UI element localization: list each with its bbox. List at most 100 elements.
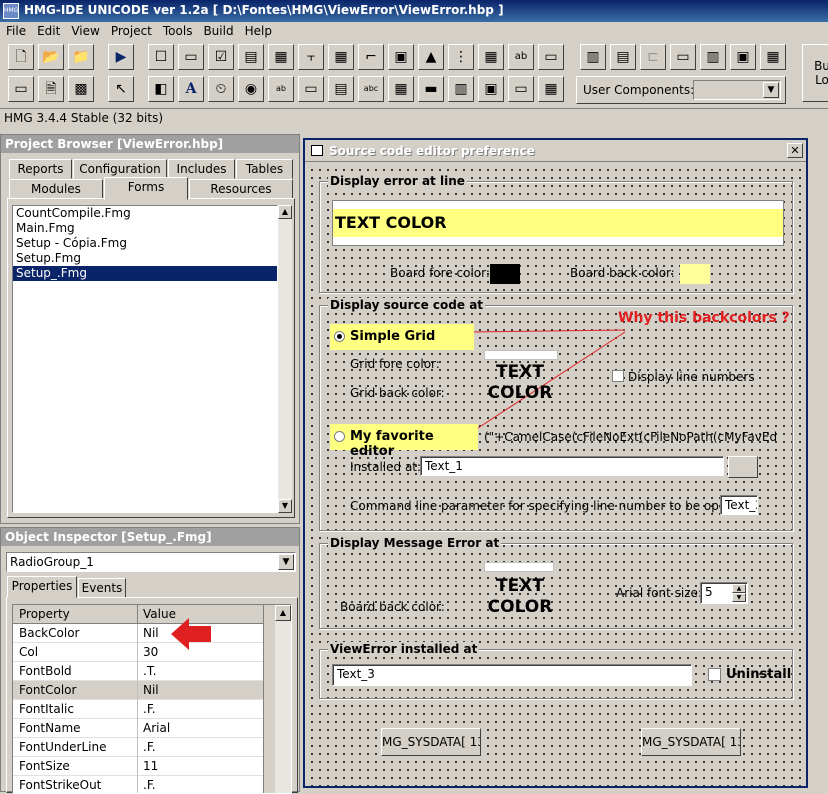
image-control-icon[interactable]: ▲ bbox=[418, 44, 444, 70]
activex-control-icon[interactable]: ◧ bbox=[148, 76, 174, 102]
progressbar-control-icon[interactable]: ▬ bbox=[418, 76, 444, 102]
form-icon[interactable]: ▭ bbox=[8, 76, 34, 102]
tab-forms[interactable]: Forms bbox=[104, 177, 188, 200]
checkbox-control-icon[interactable]: ☑ bbox=[208, 44, 234, 70]
grid-control-icon[interactable]: ▦ bbox=[328, 44, 354, 70]
scroll-up-icon[interactable]: ▲ bbox=[275, 605, 291, 621]
forms-listbox[interactable]: CountCompile.Fmg Main.Fmg Setup - Cópia.… bbox=[12, 205, 278, 513]
cmdline-input[interactable]: Text_2 bbox=[720, 495, 758, 515]
table-control-icon[interactable]: ▦ bbox=[538, 76, 564, 102]
form-title-bar[interactable]: Source code editor preference ✕ bbox=[305, 140, 806, 162]
stepper-down-icon[interactable]: ▼ bbox=[732, 593, 746, 602]
window-title-bar[interactable]: HMG HMG-IDE UNICODE ver 1.2a [ D:\Fontes… bbox=[0, 0, 828, 22]
properties-grid[interactable]: Property Value BackColor Nil Col 30 FontBo… bbox=[12, 604, 292, 794]
form-designer-window[interactable]: Source code editor preference ✕ Display … bbox=[303, 138, 808, 788]
uninstall-checkbox[interactable] bbox=[708, 668, 721, 681]
run-icon[interactable]: ▶ bbox=[108, 44, 134, 70]
line-numbers-checkbox[interactable] bbox=[612, 370, 624, 382]
toolbar-control-icon[interactable]: ▥ bbox=[580, 44, 606, 70]
tab-control-icon[interactable]: ▣ bbox=[388, 44, 414, 70]
context-menu-control-icon[interactable]: ▦ bbox=[760, 44, 786, 70]
statusbar-control-icon[interactable]: ▤ bbox=[610, 44, 636, 70]
label-control-icon[interactable]: ☐ bbox=[148, 44, 174, 70]
open-project-icon[interactable]: 📁 bbox=[68, 44, 94, 70]
panel-control-icon[interactable]: ▭ bbox=[508, 76, 534, 102]
datepicker-control-icon[interactable]: ▦ bbox=[478, 44, 504, 70]
chevron-down-icon[interactable]: ▼ bbox=[278, 554, 294, 570]
font-size-stepper[interactable]: 5 ▲ ▼ bbox=[700, 582, 748, 604]
list-item-selected[interactable]: Setup_.Fmg bbox=[13, 266, 277, 281]
cancel-button[interactable]: MG_SYSDATA[ 133 bbox=[641, 728, 741, 756]
spinner-control-icon[interactable]: ▤ bbox=[328, 76, 354, 102]
list-item[interactable]: Main.Fmg bbox=[13, 221, 277, 236]
pointer-icon[interactable]: ↖ bbox=[108, 76, 134, 102]
browse-button[interactable] bbox=[728, 456, 758, 478]
board-fore-color-swatch[interactable] bbox=[490, 264, 520, 284]
build-button[interactable]: Bu Lo bbox=[802, 44, 828, 102]
radio-simple-grid[interactable]: Simple Grid bbox=[330, 324, 474, 350]
table-row[interactable]: FontBold .T. bbox=[13, 662, 263, 681]
table-row-selected[interactable]: FontColor Nil bbox=[13, 681, 263, 700]
menu-project[interactable]: Project bbox=[105, 22, 157, 38]
control-selector-combo[interactable]: RadioGroup_1 ▼ bbox=[6, 552, 296, 572]
tab-tables[interactable]: Tables bbox=[236, 159, 293, 179]
grid-scrollbar[interactable]: ▲ bbox=[275, 605, 291, 793]
scroll-down-icon[interactable]: ▼ bbox=[278, 499, 292, 513]
ok-button[interactable]: MG_SYSDATA[ 133 bbox=[381, 728, 481, 756]
new-file-icon[interactable]: 🗋 bbox=[8, 44, 34, 70]
animate-control-icon[interactable]: ▥ bbox=[448, 76, 474, 102]
slider-control-icon[interactable]: ⫟ bbox=[298, 44, 324, 70]
menu-file[interactable]: File bbox=[0, 22, 31, 38]
table-row[interactable]: BackColor Nil bbox=[13, 624, 263, 643]
chevron-down-icon[interactable]: ▼ bbox=[763, 82, 779, 98]
richedit-control-icon[interactable]: ab bbox=[268, 76, 294, 102]
list-item[interactable]: Setup.Fmg bbox=[13, 251, 277, 266]
message-color-swatch[interactable] bbox=[484, 562, 554, 572]
listbox-control-icon[interactable]: ▤ bbox=[238, 44, 264, 70]
monthcal-control-icon[interactable]: ▦ bbox=[388, 76, 414, 102]
frame-control-icon[interactable]: ⌐ bbox=[358, 44, 384, 70]
close-icon[interactable]: ✕ bbox=[787, 143, 803, 158]
scroll-up-icon[interactable]: ▲ bbox=[278, 205, 292, 219]
tab-reports[interactable]: Reports bbox=[9, 159, 72, 179]
forms-scrollbar[interactable]: ▲ ▼ bbox=[278, 205, 292, 513]
timer-control-icon[interactable]: ▥ bbox=[700, 44, 726, 70]
tab-includes[interactable]: Includes bbox=[168, 159, 235, 179]
button-control-icon[interactable]: ▭ bbox=[178, 44, 204, 70]
table-row[interactable]: FontName Arial bbox=[13, 719, 263, 738]
ipaddress-control-icon[interactable]: ▭ bbox=[670, 44, 696, 70]
combobox-control-icon[interactable]: ▦ bbox=[268, 44, 294, 70]
tab-properties[interactable]: Properties bbox=[7, 576, 77, 598]
module-icon[interactable]: 🗎 bbox=[38, 76, 64, 102]
tab-events[interactable]: Events bbox=[78, 578, 126, 598]
tab-configuration[interactable]: Configuration bbox=[73, 159, 167, 179]
user-components-combo[interactable]: ▼ bbox=[693, 80, 781, 100]
browse-control-icon[interactable]: ▭ bbox=[298, 76, 324, 102]
resource-icon[interactable]: ▩ bbox=[68, 76, 94, 102]
menu-edit[interactable]: Edit bbox=[31, 22, 65, 38]
table-row[interactable]: FontUnderLine .F. bbox=[13, 738, 263, 757]
table-row[interactable]: FontStrikeOut .F. bbox=[13, 776, 263, 793]
editbox-control-icon[interactable]: ▭ bbox=[538, 44, 564, 70]
textbox-control-icon[interactable]: ab bbox=[508, 44, 534, 70]
list-item[interactable]: Setup - Cópia.Fmg bbox=[13, 236, 277, 251]
menu-build[interactable]: Build bbox=[197, 22, 238, 38]
board-back-color-swatch[interactable] bbox=[680, 264, 710, 284]
installed-at-input[interactable]: Text_1 bbox=[420, 456, 724, 476]
stepper-up-icon[interactable]: ▲ bbox=[732, 584, 746, 593]
disabled-control-icon[interactable]: ⊏ bbox=[640, 44, 666, 70]
list-item[interactable]: CountCompile.Fmg bbox=[13, 206, 277, 221]
menu-tools[interactable]: Tools bbox=[157, 22, 198, 38]
install-path-input[interactable]: Text_3 bbox=[332, 664, 692, 686]
player-control-icon[interactable]: ▣ bbox=[478, 76, 504, 102]
table-row[interactable]: FontSize 11 bbox=[13, 757, 263, 776]
grid-color-swatch[interactable] bbox=[484, 350, 558, 360]
open-folder-icon[interactable]: 📂 bbox=[38, 44, 64, 70]
tab-resources[interactable]: Resources bbox=[189, 179, 293, 199]
menu-help[interactable]: Help bbox=[239, 22, 277, 38]
menu-control-icon[interactable]: ▣ bbox=[730, 44, 756, 70]
tree-control-icon[interactable]: ⋮ bbox=[448, 44, 474, 70]
hyperlink-control-icon[interactable]: abc bbox=[358, 76, 384, 102]
tab-modules[interactable]: Modules bbox=[9, 179, 103, 199]
table-row[interactable]: FontItalic .F. bbox=[13, 700, 263, 719]
